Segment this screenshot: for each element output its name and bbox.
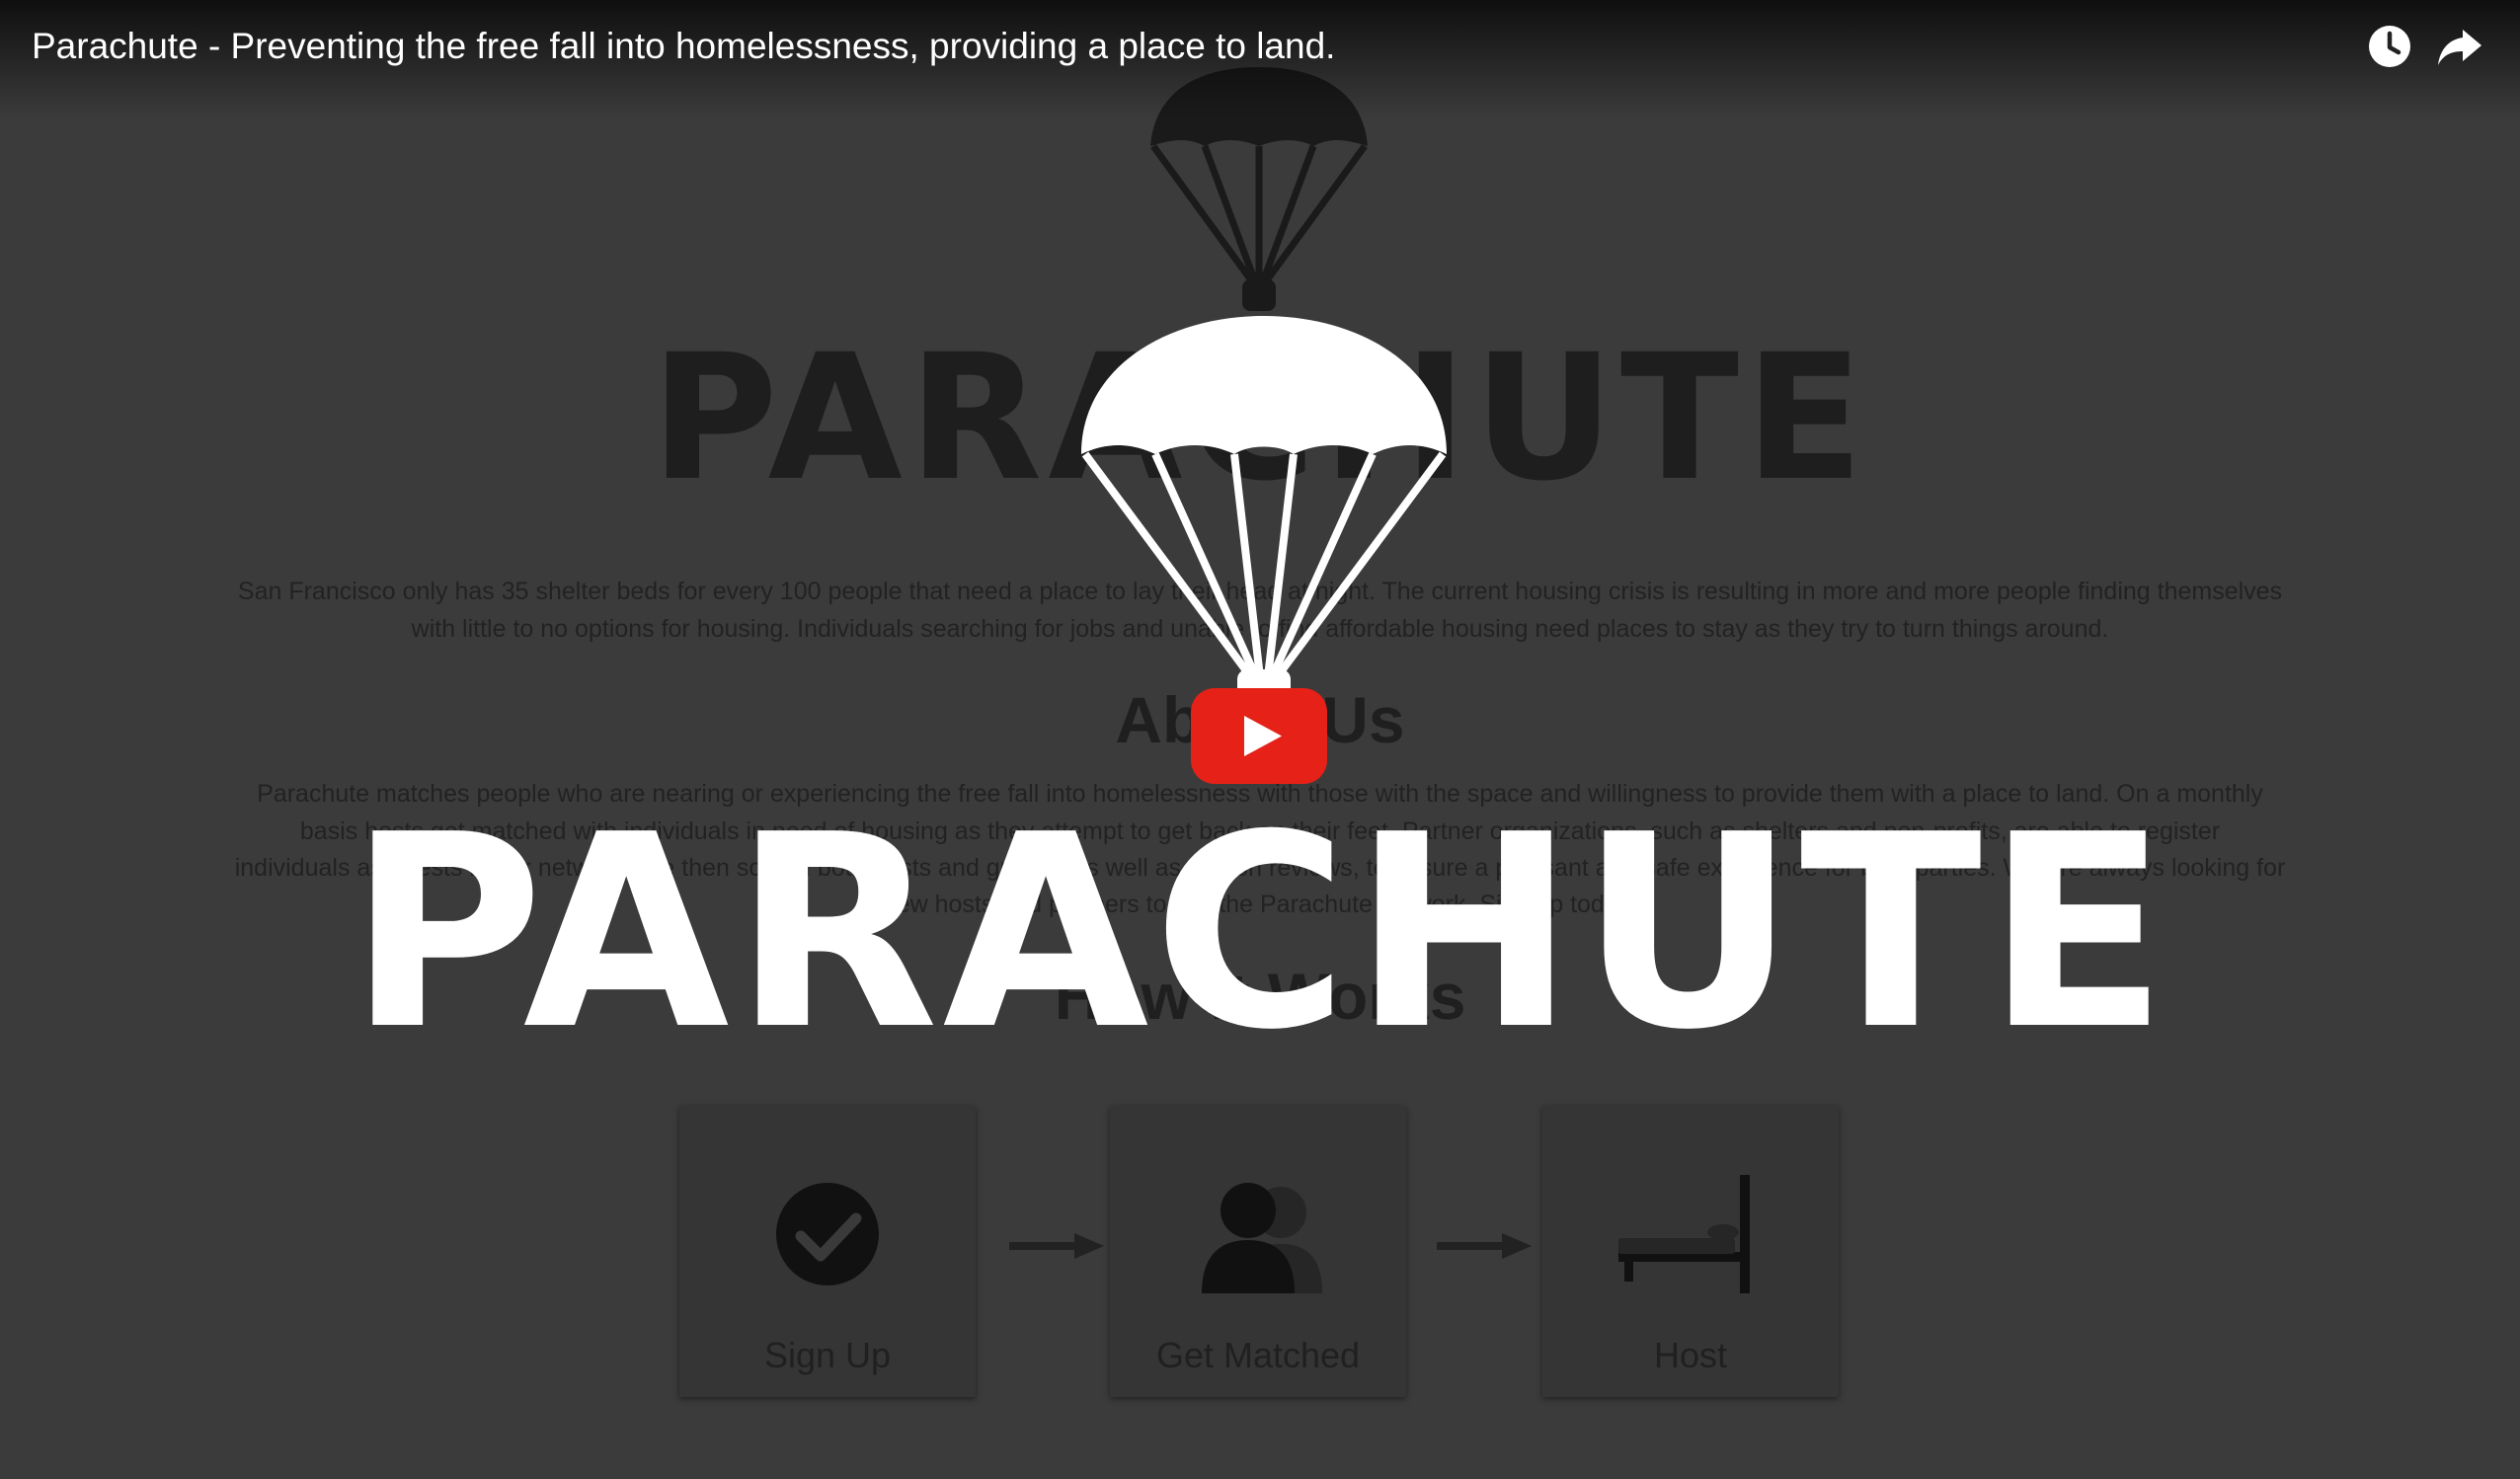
step-arrow-icon — [1437, 1233, 1532, 1259]
checkmark-circle-icon — [776, 1183, 879, 1285]
bed-icon — [1618, 1175, 1750, 1293]
video-player[interactable]: PARACHUTE San Francisco only has 35 shel… — [0, 0, 2520, 1479]
title-bar: Parachute - Preventing the free fall int… — [0, 0, 2520, 118]
thumbnail-logo-text: PARACHUTE — [348, 777, 2172, 1088]
play-button[interactable] — [1191, 688, 1327, 784]
step-card-host: Host — [1542, 1106, 1839, 1397]
video-title[interactable]: Parachute - Preventing the free fall int… — [32, 26, 1335, 67]
step-label: Host — [1653, 1335, 1728, 1375]
watch-later-button[interactable] — [2365, 22, 2414, 71]
step-arrow-icon — [1009, 1233, 1104, 1259]
youtube-play-icon — [1244, 716, 1282, 756]
step-label: Sign Up — [763, 1335, 892, 1375]
step-card-sign-up: Sign Up — [679, 1106, 976, 1397]
parachute-logo-icon — [1081, 316, 1447, 705]
people-icon — [1202, 1183, 1322, 1293]
step-card-get-matched: Get Matched — [1110, 1106, 1406, 1397]
clock-icon — [2369, 26, 2410, 67]
share-button[interactable] — [2435, 22, 2484, 71]
share-arrow-icon — [2438, 30, 2481, 65]
step-label: Get Matched — [1155, 1335, 1361, 1375]
